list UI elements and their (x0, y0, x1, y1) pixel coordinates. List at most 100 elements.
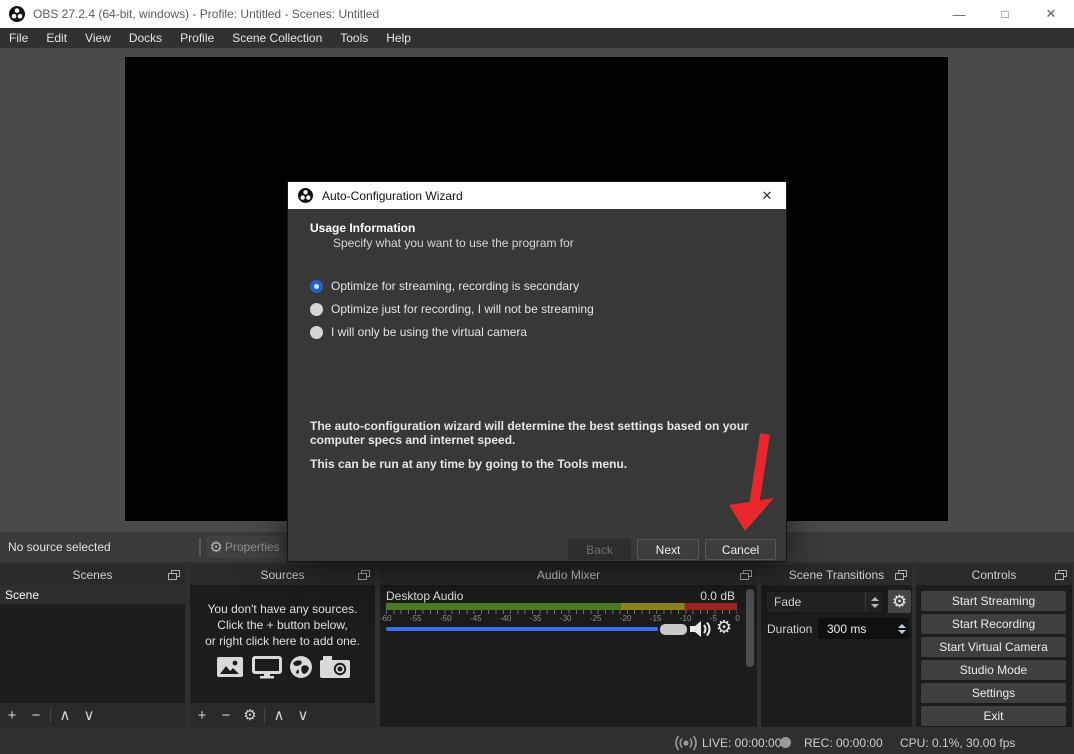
start-recording-button[interactable]: Start Recording (921, 614, 1066, 634)
mixer-tick-label: -50 (439, 614, 452, 623)
toolbar-separator (50, 707, 51, 723)
spinbox-arrows[interactable] (894, 623, 909, 634)
mixer-scrollbar[interactable] (746, 589, 754, 667)
maximize-icon[interactable]: □ (982, 0, 1028, 28)
radio-virtual-camera[interactable]: I will only be using the virtual camera (310, 325, 527, 339)
dock-popout-icon[interactable] (358, 570, 370, 581)
toolbar-separator (264, 707, 265, 723)
sources-header[interactable]: Sources (190, 565, 375, 585)
properties-button[interactable]: ⚙ Properties (206, 536, 283, 558)
dialog-titlebar[interactable]: Auto-Configuration Wizard ✕ (288, 182, 786, 209)
dock-popout-icon[interactable] (895, 570, 907, 581)
mixer-tick-label: 0 (735, 614, 740, 623)
minimize-icon[interactable]: — (936, 0, 982, 28)
start-virtual-camera-button[interactable]: Start Virtual Camera (921, 637, 1066, 657)
speaker-icon[interactable] (688, 619, 712, 639)
gear-icon: ⚙ (209, 538, 223, 556)
sources-empty-line2: Click the + button below, (217, 618, 348, 632)
dock-popout-icon[interactable] (168, 570, 180, 581)
mixer-level-value: 0.0 dB (700, 589, 735, 603)
sources-title: Sources (260, 568, 305, 582)
menu-docks[interactable]: Docks (120, 28, 171, 48)
audio-mixer-panel: Audio Mixer Desktop Audio 0.0 dB -60 -55… (380, 565, 757, 727)
menu-file[interactable]: File (0, 28, 37, 48)
move-source-up-icon[interactable]: ∧ (267, 706, 291, 724)
move-source-down-icon[interactable]: ∨ (291, 706, 315, 724)
scenes-panel: Scenes Scene + − ∧ ∨ (0, 565, 185, 727)
scene-transitions-title: Scene Transitions (788, 568, 885, 582)
source-properties-icon[interactable]: ⚙ (238, 706, 262, 724)
dialog-body: Usage Information Specify what you want … (288, 209, 786, 561)
sources-empty-message: You don't have any sources. Click the + … (190, 601, 375, 649)
settings-button[interactable]: Settings (921, 683, 1066, 703)
volume-slider-track[interactable] (386, 627, 658, 631)
window-controls: — □ ✕ (936, 0, 1074, 28)
cancel-button[interactable]: Cancel (705, 539, 776, 560)
audio-mixer-header[interactable]: Audio Mixer (380, 565, 757, 585)
duration-value: 300 ms (827, 621, 867, 636)
radio-unselected-icon[interactable] (310, 325, 323, 339)
scenes-toolbar: + − ∧ ∨ (0, 703, 185, 727)
remove-scene-icon[interactable]: − (24, 707, 48, 724)
obs-logo-icon (9, 6, 25, 22)
source-status-text: No source selected (8, 540, 111, 554)
move-scene-up-icon[interactable]: ∧ (53, 706, 77, 724)
annotation-arrow (729, 433, 774, 531)
obs-main-window: OBS 27.2.4 (64-bit, windows) - Profile: … (0, 0, 1074, 754)
remove-source-icon[interactable]: − (214, 707, 238, 724)
menu-view[interactable]: View (76, 28, 120, 48)
scenes-title: Scenes (72, 568, 113, 582)
broadcast-icon (673, 731, 699, 754)
radio-optimize-recording[interactable]: Optimize just for recording, I will not … (310, 302, 594, 316)
mixer-tick-label: -55 (409, 614, 422, 623)
globe-source-icon (289, 656, 312, 678)
menu-edit[interactable]: Edit (37, 28, 76, 48)
mixer-tick-label: -40 (499, 614, 512, 623)
duration-label: Duration (767, 622, 813, 636)
properties-label: Properties (224, 540, 280, 554)
transition-select[interactable]: Fade (765, 591, 884, 613)
transition-properties-button[interactable]: ⚙ (888, 590, 911, 613)
menu-profile[interactable]: Profile (171, 28, 223, 48)
obs-logo-icon (298, 188, 313, 203)
start-streaming-button[interactable]: Start Streaming (921, 591, 1066, 611)
toolbar-separator (199, 538, 201, 556)
mixer-tick-label: -35 (529, 614, 542, 623)
menu-help[interactable]: Help (377, 28, 420, 48)
sources-empty-line1: You don't have any sources. (207, 602, 358, 616)
next-button[interactable]: Next (637, 539, 699, 560)
dock-popout-icon[interactable] (1055, 570, 1067, 581)
sources-empty-line3: or right click here to add one. (205, 634, 360, 648)
move-scene-down-icon[interactable]: ∨ (77, 706, 101, 724)
combo-arrows (865, 592, 883, 612)
radio-optimize-streaming[interactable]: Optimize for streaming, recording is sec… (310, 279, 579, 293)
menu-bar: File Edit View Docks Profile Scene Colle… (0, 28, 1074, 48)
exit-button[interactable]: Exit (921, 706, 1066, 726)
dialog-title: Auto-Configuration Wizard (322, 188, 463, 203)
decrement-icon[interactable] (897, 629, 906, 634)
increment-icon[interactable] (897, 623, 906, 628)
add-scene-icon[interactable]: + (0, 707, 24, 724)
scene-transitions-header[interactable]: Scene Transitions (761, 565, 912, 585)
gear-icon: ⚙ (891, 591, 908, 611)
status-bar: LIVE: 00:00:00 REC: 00:00:00 CPU: 0.1%, … (0, 731, 1074, 754)
dock-popout-icon[interactable] (740, 570, 752, 581)
sources-panel: Sources You don't have any sources. Clic… (190, 565, 375, 727)
volume-slider-handle[interactable] (660, 624, 687, 635)
mixer-gear-icon[interactable]: ⚙ (716, 617, 732, 638)
radio-label: Optimize for streaming, recording is sec… (331, 279, 580, 293)
scenes-header[interactable]: Scenes (0, 565, 185, 585)
radio-unselected-icon[interactable] (310, 302, 323, 316)
controls-header[interactable]: Controls (916, 565, 1072, 585)
dialog-close-icon[interactable]: ✕ (748, 182, 786, 209)
scene-list-item[interactable]: Scene (0, 585, 185, 604)
radio-label: Optimize just for recording, I will not … (331, 302, 594, 316)
add-source-icon[interactable]: + (190, 707, 214, 724)
menu-scene-collection[interactable]: Scene Collection (223, 28, 331, 48)
studio-mode-button[interactable]: Studio Mode (921, 660, 1066, 680)
close-icon[interactable]: ✕ (1028, 0, 1074, 28)
menu-tools[interactable]: Tools (331, 28, 377, 48)
duration-spinbox[interactable]: 300 ms (818, 618, 909, 639)
radio-selected-icon[interactable] (310, 279, 323, 293)
chevron-up-icon (870, 596, 879, 601)
